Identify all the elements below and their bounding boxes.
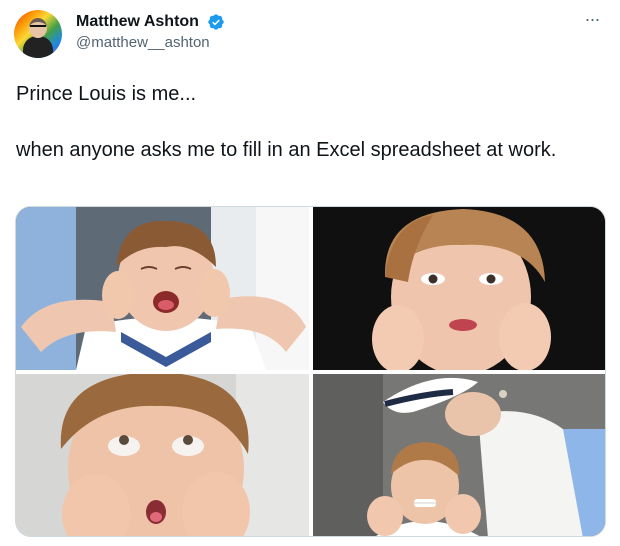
tweet-text-line: when anyone asks me to fill in an Excel … — [16, 139, 557, 161]
photo-1[interactable] — [16, 207, 309, 370]
photo-2[interactable] — [313, 207, 605, 370]
author-handle[interactable]: @matthew__ashton — [76, 33, 225, 53]
ellipsis-icon[interactable]: ··· — [582, 10, 602, 28]
photo-4[interactable] — [313, 374, 605, 536]
author-block: Matthew Ashton @matthew__ashton — [76, 12, 225, 53]
avatar[interactable] — [14, 10, 62, 58]
verified-badge-icon — [208, 14, 225, 30]
tweet-text-line: Prince Louis is me... — [16, 83, 197, 105]
photo-3[interactable] — [16, 374, 309, 536]
media-grid[interactable] — [15, 206, 606, 537]
author-display-name[interactable]: Matthew Ashton — [76, 12, 199, 32]
tweet-card[interactable]: Matthew Ashton @matthew__ashton ··· Prin… — [0, 0, 620, 546]
